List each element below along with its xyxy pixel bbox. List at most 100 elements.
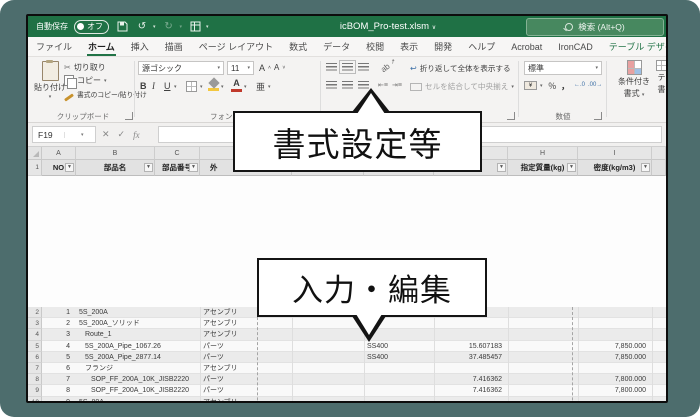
table-header-extra[interactable] [652, 160, 666, 176]
cell-name[interactable]: SOP_FF_200A_10K_JISB2220 [76, 385, 155, 396]
tab-描画[interactable]: 描画 [157, 37, 191, 56]
fill-color-button[interactable] [208, 79, 219, 91]
column-letter-B[interactable]: B [76, 147, 155, 160]
row-header-3[interactable]: 3 [28, 318, 42, 329]
alignment-dialog-launcher-icon[interactable] [507, 112, 515, 120]
column-letter-C[interactable]: C [155, 147, 200, 160]
align-left-icon[interactable] [326, 81, 337, 89]
cell-no[interactable]: 8 [42, 385, 76, 396]
cell-mass[interactable]: 37.485457 [434, 352, 508, 363]
currency-button[interactable]: ¥ ▾ [524, 81, 543, 90]
row-header-7[interactable]: 7 [28, 363, 42, 374]
fill-color-dropdown-icon[interactable]: ▾ [221, 84, 224, 90]
format-as-table-button-partial[interactable]: テ 書 [656, 60, 667, 95]
table-header-name[interactable]: 部品名▼ [76, 160, 155, 176]
row-header-2[interactable]: 2 [28, 307, 42, 318]
row-header-8[interactable]: 8 [28, 374, 42, 385]
ruby-button[interactable]: 亜▾ [256, 80, 271, 93]
font-size-select[interactable]: 11▾ [227, 61, 254, 75]
column-letter-I[interactable]: I [578, 147, 652, 160]
enter-icon[interactable]: ✓ [118, 129, 126, 140]
table-header-partno[interactable]: 部品番号▼ [155, 160, 200, 176]
font-color-dropdown-icon[interactable]: ▾ [244, 84, 247, 90]
cell-no[interactable]: 9 [42, 397, 76, 401]
cell-type[interactable]: パーツ [200, 341, 292, 352]
row-header-9[interactable]: 9 [28, 385, 42, 396]
cell-name[interactable]: 5S_200A [76, 307, 155, 318]
filter-icon[interactable]: ▼ [65, 163, 74, 172]
tab-挿入[interactable]: 挿入 [123, 37, 157, 56]
filter-icon[interactable]: ▼ [567, 163, 576, 172]
increase-indent-icon[interactable]: ⇥≡ [392, 81, 402, 89]
cell-density[interactable]: 7,800.000 [578, 385, 652, 396]
cell-name[interactable]: SOP_FF_200A_10K_JISB2220 [76, 374, 155, 385]
number-format-select[interactable]: 標準▾ [524, 61, 602, 75]
tab-開発[interactable]: 開発 [426, 37, 460, 56]
quick-access-grid-icon[interactable] [188, 20, 202, 34]
decrease-decimal-button[interactable]: .00→ [588, 82, 602, 88]
borders-button[interactable]: ▾ [186, 81, 203, 92]
filter-icon[interactable]: ▼ [189, 163, 198, 172]
increase-decimal-button[interactable]: ←.0 [574, 82, 585, 88]
filter-icon[interactable]: ▼ [497, 163, 506, 172]
tab-数式[interactable]: 数式 [281, 37, 315, 56]
align-top-icon[interactable] [326, 63, 337, 71]
row-header-10[interactable]: 10 [28, 397, 42, 401]
name-box-dropdown-icon[interactable]: ▾ [64, 132, 96, 138]
column-letter-A[interactable]: A [42, 147, 76, 160]
cancel-icon[interactable]: ✕ [102, 129, 110, 140]
cell-mass[interactable]: 7.416362 [434, 385, 508, 396]
cell-material[interactable]: SS400 [364, 352, 434, 363]
row-header-1[interactable]: 1 [28, 160, 42, 176]
table-header-density[interactable]: 密度(kg/m3)▼ [578, 160, 652, 176]
cell-type[interactable]: パーツ [200, 385, 292, 396]
comma-style-button[interactable]: ， [561, 79, 570, 92]
cell-name[interactable]: フランジ [76, 363, 155, 374]
number-dialog-launcher-icon[interactable] [594, 112, 602, 120]
underline-dropdown-icon[interactable]: ▾ [174, 84, 177, 90]
table-header-no[interactable]: NO▼ [42, 160, 76, 176]
cell-type[interactable]: アセンブリ [200, 329, 292, 340]
cell-mass[interactable]: 15.607183 [434, 341, 508, 352]
vertical-align-buttons[interactable] [326, 63, 369, 71]
cell-no[interactable]: 4 [42, 341, 76, 352]
cell-no[interactable]: 2 [42, 318, 76, 329]
select-all-corner[interactable] [28, 147, 42, 160]
cell-name[interactable]: 5S_80A [76, 397, 155, 401]
tab-ホーム[interactable]: ホーム [80, 37, 123, 56]
font-color-button[interactable]: A [231, 78, 242, 92]
cell-type[interactable]: アセンブリ [200, 363, 292, 374]
align-bottom-icon[interactable] [358, 63, 369, 71]
wrap-text-button[interactable]: ↩ 折り返して全体を表示する [410, 63, 511, 74]
column-letter-partial[interactable] [652, 147, 666, 160]
paste-dropdown-icon[interactable]: ▾ [49, 94, 52, 100]
cell-material[interactable]: SS400 [364, 341, 434, 352]
tab-ヘルプ[interactable]: ヘルプ [460, 37, 503, 56]
italic-button[interactable]: I [152, 81, 155, 91]
autosave-toggle[interactable]: オフ [74, 20, 109, 34]
bold-button[interactable]: B [140, 81, 147, 91]
cell-name[interactable]: 5S_200A_Pipe_1067.26 [76, 341, 155, 352]
align-middle-icon[interactable] [342, 63, 353, 71]
cell-no[interactable]: 1 [42, 307, 76, 318]
row-header-4[interactable]: 4 [28, 329, 42, 340]
cell-density[interactable]: 7,850.000 [578, 341, 652, 352]
percent-style-button[interactable]: ％ [548, 80, 557, 92]
cell-name[interactable]: 5S_200A_ソリッド [76, 318, 155, 329]
search-box[interactable]: 検索 (Alt+Q) [526, 18, 664, 36]
font-name-select[interactable]: 源ゴシック▾ [138, 61, 224, 75]
merge-center-button[interactable]: セルを結合して中央揃え ▾ [410, 81, 514, 92]
insert-function-icon[interactable]: fx [133, 130, 140, 140]
paste-button[interactable]: 貼り付け ▾ [34, 61, 66, 100]
row-header-6[interactable]: 6 [28, 352, 42, 363]
cell-type[interactable]: パーツ [200, 374, 292, 385]
tab-IronCAD[interactable]: IronCAD [550, 37, 601, 56]
undo-icon[interactable]: ↺ [135, 20, 149, 34]
tab-校閲[interactable]: 校閲 [358, 37, 392, 56]
save-icon[interactable] [115, 20, 129, 34]
document-title[interactable]: icBOM_Pro-test.xlsm ∨ [278, 16, 498, 37]
row-header-5[interactable]: 5 [28, 341, 42, 352]
cell-name[interactable]: Route_1 [76, 329, 155, 340]
cell-type[interactable]: アセンブリ [200, 397, 292, 401]
cell-no[interactable]: 5 [42, 352, 76, 363]
